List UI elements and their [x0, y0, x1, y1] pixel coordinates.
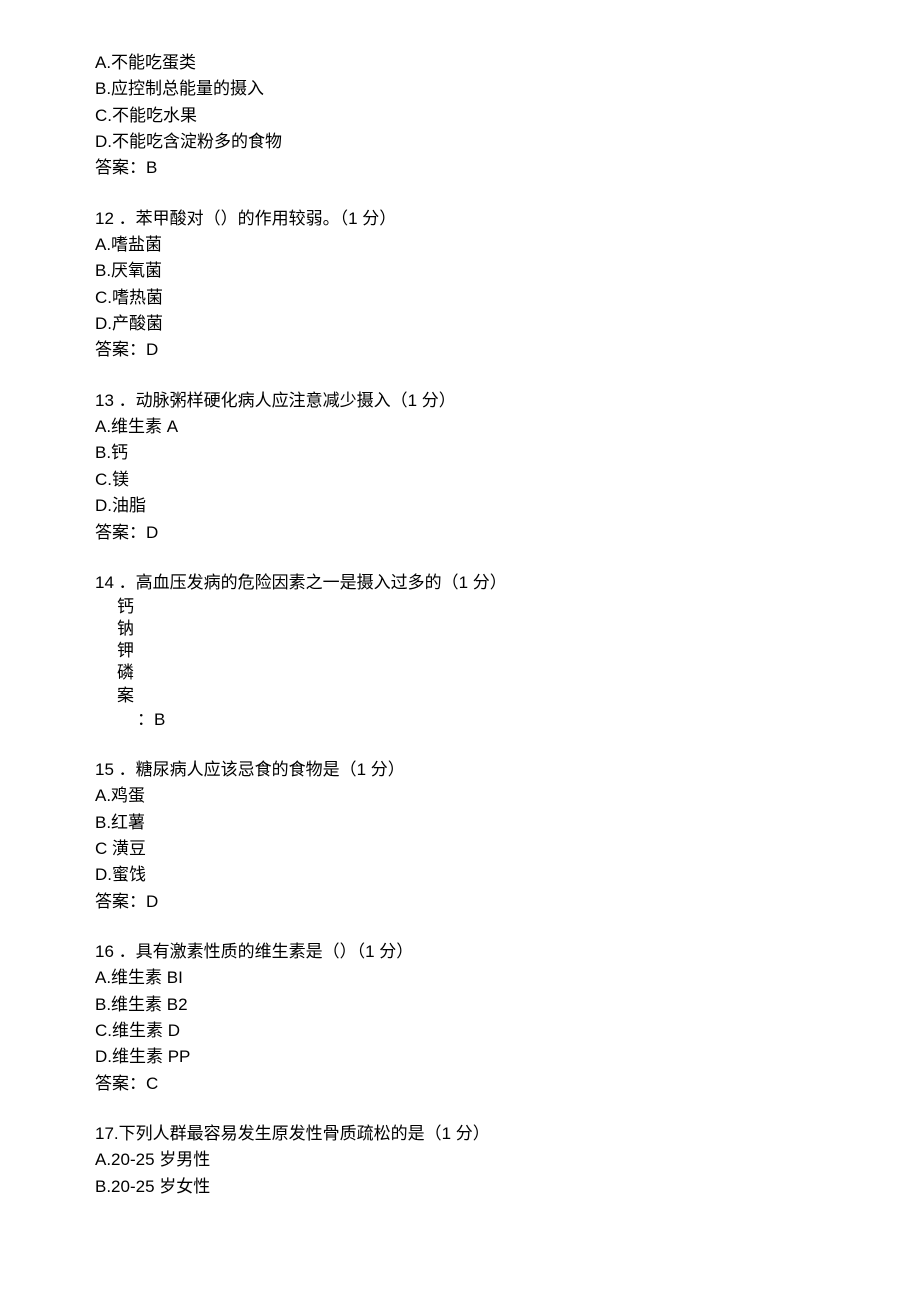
vline: 钾: [117, 640, 830, 662]
option-a: A.不能吃蛋类: [95, 50, 830, 76]
vline: 钠: [117, 618, 830, 640]
option-b: B.钙: [95, 440, 830, 466]
question-text: 14 ．高血压发病的危险因素之一是摄入过多的（1 分）: [95, 570, 830, 596]
option-a: A.20-25 岁男性: [95, 1147, 830, 1173]
option-b: B.20-25 岁女性: [95, 1174, 830, 1200]
answer: 答案：C: [95, 1071, 830, 1097]
option-a: A.嗜盐菌: [95, 232, 830, 258]
option-a: A.维生素 BI: [95, 965, 830, 991]
vline: 磷: [117, 662, 830, 684]
question-text: 16 ．具有激素性质的维生素是（）（1 分）: [95, 939, 830, 965]
option-d: D.维生素 PP: [95, 1044, 830, 1070]
option-b: B.厌氧菌: [95, 258, 830, 284]
vline: 钙: [117, 596, 830, 618]
question-text: 12 ．苯甲酸对（）的作用较弱。（1 分）: [95, 206, 830, 232]
question-text: 17.下列人群最容易发生原发性骨质疏松的是（1 分）: [95, 1121, 830, 1147]
option-a: A.维生素 A: [95, 414, 830, 440]
question-14: 14 ．高血压发病的危险因素之一是摄入过多的（1 分） 钙 钠 钾 磷 案 ：B: [95, 570, 830, 733]
vline: 案: [117, 685, 830, 707]
answer: 答案：D: [95, 337, 830, 363]
option-d: D.蜜饯: [95, 862, 830, 888]
answer: 答案：D: [95, 520, 830, 546]
vertical-options: 钙 钠 钾 磷 案: [95, 596, 830, 706]
question-text: 15 ．糖尿病人应该忌食的食物是（1 分）: [95, 757, 830, 783]
answer-tail: ：B: [95, 710, 165, 729]
option-b: B.应控制总能量的摄入: [95, 76, 830, 102]
option-d: D.产酸菌: [95, 311, 830, 337]
option-c: C.嗜热菌: [95, 285, 830, 311]
option-b: B.红薯: [95, 810, 830, 836]
question-17: 17.下列人群最容易发生原发性骨质疏松的是（1 分） A.20-25 岁男性 B…: [95, 1121, 830, 1200]
option-d: D.不能吃含淀粉多的食物: [95, 129, 830, 155]
answer: 答案：B: [95, 155, 830, 181]
question-11-tail: A.不能吃蛋类 B.应控制总能量的摄入 C.不能吃水果 D.不能吃含淀粉多的食物…: [95, 50, 830, 182]
option-d: D.油脂: [95, 493, 830, 519]
question-16: 16 ．具有激素性质的维生素是（）（1 分） A.维生素 BI B.维生素 B2…: [95, 939, 830, 1097]
question-13: 13 ．动脉粥样硬化病人应注意减少摄入（1 分） A.维生素 A B.钙 C.镁…: [95, 388, 830, 546]
option-c: C.维生素 D: [95, 1018, 830, 1044]
option-c: C 潢豆: [95, 836, 830, 862]
question-15: 15 ．糖尿病人应该忌食的食物是（1 分） A.鸡蛋 B.红薯 C 潢豆 D.蜜…: [95, 757, 830, 915]
option-a: A.鸡蛋: [95, 783, 830, 809]
option-c: C.不能吃水果: [95, 103, 830, 129]
option-b: B.维生素 B2: [95, 992, 830, 1018]
question-text: 13 ．动脉粥样硬化病人应注意减少摄入（1 分）: [95, 388, 830, 414]
question-12: 12 ．苯甲酸对（）的作用较弱。（1 分） A.嗜盐菌 B.厌氧菌 C.嗜热菌 …: [95, 206, 830, 364]
option-c: C.镁: [95, 467, 830, 493]
answer: 答案：D: [95, 889, 830, 915]
